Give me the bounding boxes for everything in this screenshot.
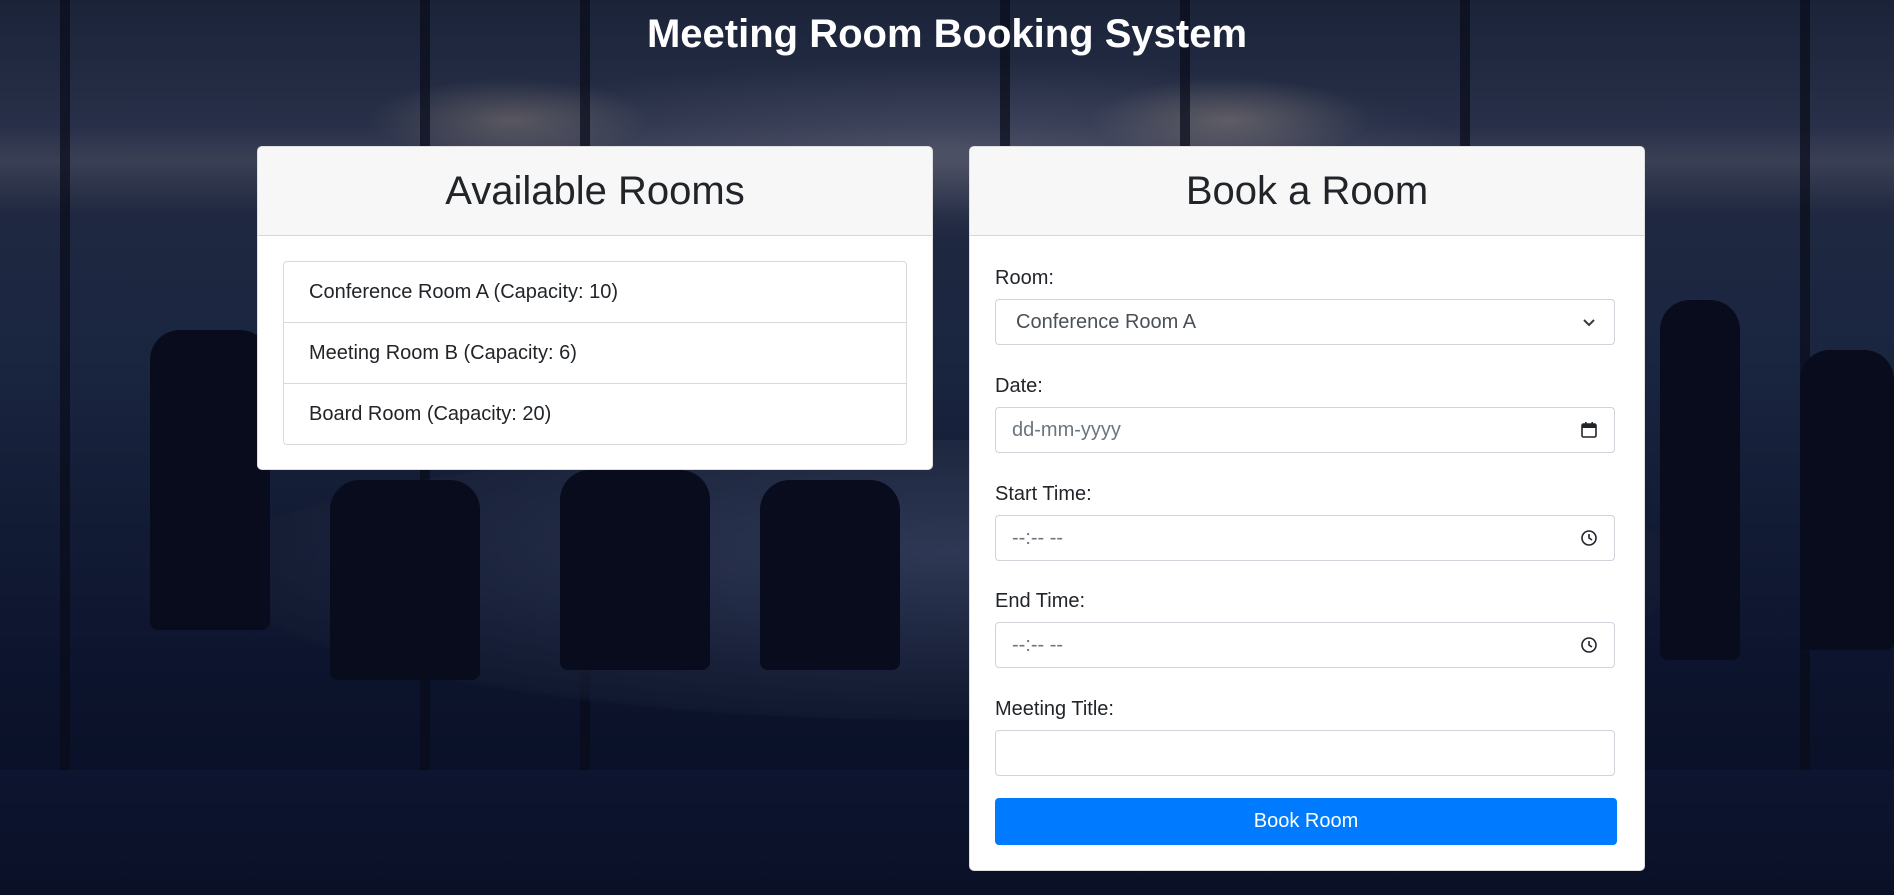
end-time-field-group: End Time: --:-- --	[995, 589, 1617, 669]
date-field-group: Date: dd-mm-yyyy	[995, 374, 1617, 454]
start-time-input[interactable]: --:-- --	[995, 515, 1615, 561]
chevron-down-icon	[1578, 311, 1600, 333]
calendar-icon[interactable]	[1578, 419, 1600, 441]
date-placeholder: dd-mm-yyyy	[1012, 418, 1121, 441]
available-rooms-heading: Available Rooms	[445, 168, 745, 213]
room-field-group: Room: Conference Room A	[995, 266, 1617, 346]
room-select[interactable]: Conference Room A	[995, 299, 1615, 345]
start-time-label: Start Time:	[995, 483, 1092, 505]
clock-icon[interactable]	[1578, 527, 1600, 549]
card-header: Available Rooms	[258, 147, 932, 236]
clock-icon[interactable]	[1578, 634, 1600, 656]
room-label: Room:	[995, 267, 1054, 289]
list-item: Meeting Room B (Capacity: 6)	[284, 323, 906, 384]
list-item: Conference Room A (Capacity: 10)	[284, 262, 906, 323]
available-rooms-card: Available Rooms Conference Room A (Capac…	[257, 146, 933, 470]
book-room-button[interactable]: Book Room	[995, 798, 1617, 845]
start-time-placeholder: --:-- --	[1012, 526, 1064, 549]
book-room-heading: Book a Room	[1185, 168, 1429, 213]
room-select-value: Conference Room A	[1016, 310, 1197, 333]
start-time-field-group: Start Time: --:-- --	[995, 482, 1617, 562]
end-time-input[interactable]: --:-- --	[995, 622, 1615, 668]
book-room-card: Book a Room Room: Conference Room A Date…	[969, 146, 1645, 871]
page-title: Meeting Room Booking System	[646, 12, 1248, 56]
card-header: Book a Room	[970, 147, 1644, 236]
meeting-title-label: Meeting Title:	[995, 698, 1114, 720]
end-time-label: End Time:	[995, 590, 1086, 612]
list-item: Board Room (Capacity: 20)	[309, 403, 552, 425]
end-time-placeholder: --:-- --	[1012, 633, 1064, 656]
date-input[interactable]: dd-mm-yyyy	[995, 407, 1615, 453]
meeting-title-input[interactable]	[995, 730, 1615, 776]
meeting-title-field-group: Meeting Title:	[995, 697, 1617, 777]
date-label: Date:	[995, 375, 1043, 397]
room-list: Conference Room A (Capacity: 10) Meeting…	[283, 261, 907, 445]
